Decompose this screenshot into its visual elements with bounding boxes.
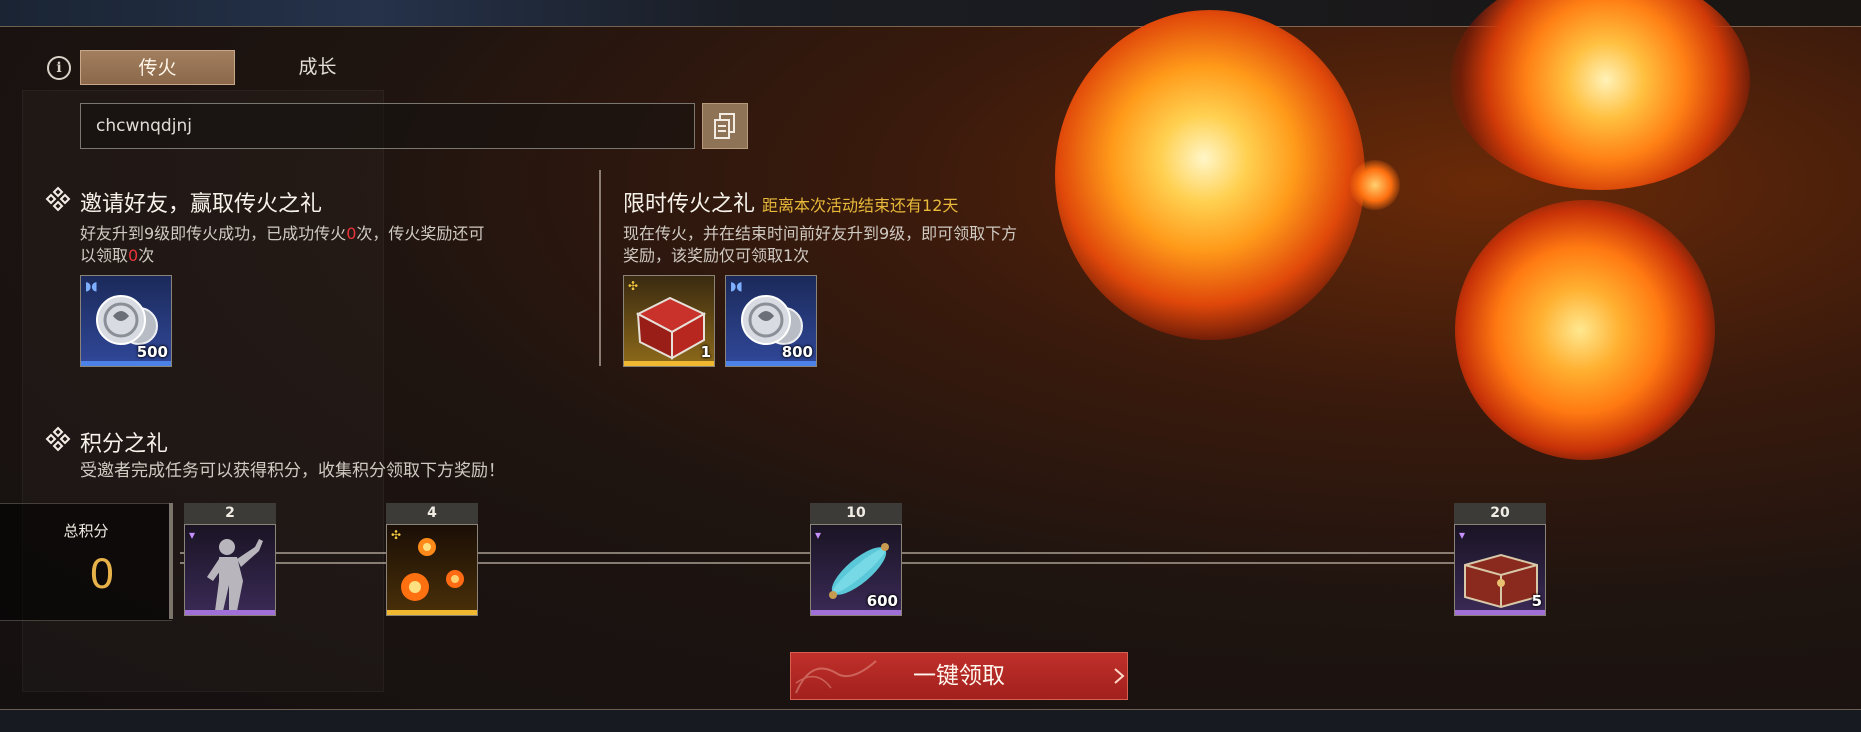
fireball-art: [1055, 10, 1365, 340]
tab-chuanhuo[interactable]: 传火: [80, 50, 235, 85]
total-points-value: 0: [89, 552, 115, 598]
countdown-text: 距离本次活动结束还有12天: [762, 196, 959, 215]
milestone-reward[interactable]: ✣: [386, 524, 478, 616]
rarity-mark: ▾: [815, 528, 822, 542]
reward-qty: 1: [700, 343, 711, 361]
reward-item[interactable]: ✣ 1: [623, 275, 715, 367]
reward-qty: 5: [1531, 592, 1542, 610]
diamond-bullet-icon: [45, 426, 71, 452]
rarity-mark: ◗◖: [85, 279, 98, 293]
reward-item[interactable]: ◗◖ 800: [725, 275, 817, 367]
bottom-strip: [0, 710, 1861, 732]
swirl-decoration-icon: [795, 660, 877, 694]
reward-qty: 600: [866, 592, 898, 610]
fireball-art: [1450, 0, 1750, 190]
success-count: 0: [346, 224, 357, 243]
invite-code-field[interactable]: chcwnqdjnj: [80, 103, 695, 149]
fireball-art: [1455, 200, 1715, 460]
milestone-points: 2: [184, 503, 276, 524]
milestone-reward[interactable]: ▾ 600: [810, 524, 902, 616]
claim-all-label: 一键领取: [913, 663, 1005, 689]
diamond-bullet-icon: [45, 186, 71, 212]
tab-chengzhang[interactable]: 成长: [240, 50, 395, 85]
reward-qty: 500: [136, 343, 168, 361]
milestone-reward[interactable]: ▾ 5: [1454, 524, 1546, 616]
total-points-label: 总积分: [63, 522, 109, 540]
section-divider: [599, 170, 601, 366]
rarity-mark: ✣: [391, 528, 402, 542]
dance-pose-icon: [207, 539, 263, 611]
invite-section-title: 邀请好友，赢取传火之礼: [80, 192, 323, 217]
limited-section-title: 限时传火之礼 距离本次活动结束还有12天: [623, 192, 959, 217]
reward-item[interactable]: ◗◖ 500: [80, 275, 172, 367]
arrow-right-icon: [1114, 668, 1125, 684]
milestone-points: 10: [810, 503, 902, 524]
claim-all-button[interactable]: 一键领取: [790, 652, 1128, 700]
fireball-art: [1350, 160, 1400, 210]
info-icon[interactable]: i: [47, 56, 71, 80]
points-section-desc: 受邀者完成任务可以获得积分，收集积分领取下方奖励！: [80, 461, 505, 481]
rarity-mark: ✣: [628, 279, 639, 293]
rarity-mark: ▾: [1459, 528, 1466, 542]
remaining-count: 0: [128, 246, 139, 265]
reward-qty: 800: [781, 343, 813, 361]
milestone-points: 4: [386, 503, 478, 524]
points-section-title: 积分之礼: [80, 432, 169, 457]
milestone-points: 20: [1454, 503, 1546, 524]
limited-section-desc: 现在传火，并在结束时间前好友升到9级，即可领取下方 奖励，该奖励仅可领取1次: [623, 224, 1018, 265]
copy-button[interactable]: [702, 103, 748, 149]
milestone-reward[interactable]: ▾: [184, 524, 276, 616]
invite-section-desc: 好友升到9级即传火成功，已成功传火0次，传火奖励还可 以领取0次: [80, 224, 485, 265]
rarity-mark: ▾: [189, 528, 196, 542]
rarity-mark: ◗◖: [730, 279, 743, 293]
